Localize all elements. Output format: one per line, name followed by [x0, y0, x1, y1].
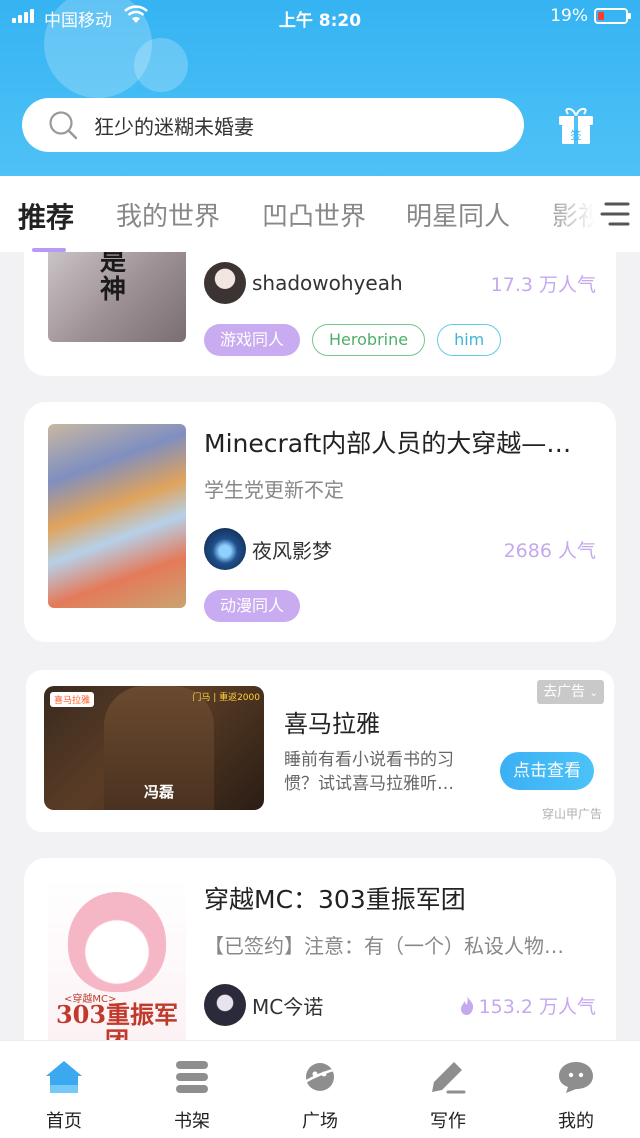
nav-home[interactable]: 首页 [24, 1059, 104, 1133]
nav-bookshelf[interactable]: 书架 [152, 1059, 232, 1133]
nav-label: 首页 [46, 1111, 82, 1132]
tab-celebrity-fanfic[interactable]: 明星同人 [406, 196, 510, 233]
nav-label: 写作 [430, 1111, 466, 1132]
book-description: 【已签约】注意：有（一个）私设人物… [204, 934, 564, 958]
home-icon [46, 1061, 82, 1093]
book-card[interactable]: Minecraft内部人员的大穿越——… 学生党更新不定 夜风影梦 2686 人… [24, 402, 616, 642]
remove-ad-button[interactable]: 去广告 ⌄ [537, 680, 604, 704]
cover-text: 是神 [100, 252, 127, 305]
author-name[interactable]: shadowohyeah [252, 271, 403, 295]
tab-minecraft[interactable]: 我的世界 [116, 196, 220, 233]
ad-video[interactable]: 喜马拉雅 门马 | 重返2000 冯磊 [44, 686, 264, 810]
pen-icon [432, 1062, 466, 1094]
ad-title[interactable]: 喜马拉雅 [284, 704, 380, 739]
status-bar: 中国移动 上午 8:20 19% [0, 0, 640, 34]
chevron-down-icon: ⌄ [589, 688, 598, 699]
cover-text: 303重振军团 [55, 1000, 179, 1041]
bottom-nav: 首页 书架 广场 写作 我的 [0, 1040, 640, 1138]
tag[interactable]: him [437, 324, 502, 356]
remove-ad-label: 去广告 [543, 684, 586, 700]
popularity-count: 153.2 万人气 [459, 992, 596, 1019]
chat-bubble-icon [559, 1062, 593, 1093]
search-placeholder: 狂少的迷糊未婚妻 [94, 114, 254, 139]
popularity-count: 2686 人气 [503, 539, 596, 562]
avatar[interactable] [204, 528, 246, 570]
book-title[interactable]: 穿越MC：303重振军团 [204, 880, 596, 916]
battery-percent: 19% [550, 6, 588, 26]
ad-card[interactable]: 喜马拉雅 门马 | 重返2000 冯磊 喜马拉雅 睡前有看小说看书的习惯？试试喜… [26, 670, 614, 832]
cover-illustration [68, 892, 166, 992]
bookshelf-icon [176, 1061, 208, 1093]
tag-list: 游戏同人 Herobrine him [204, 324, 502, 356]
nav-profile[interactable]: 我的 [536, 1059, 616, 1133]
tag[interactable]: 动漫同人 [204, 590, 301, 622]
popularity-count: 17.3 万人气 [490, 273, 596, 296]
popularity-text: 153.2 万人气 [478, 995, 596, 1018]
header: 中国移动 上午 8:20 19% 狂少的迷糊未婚妻 签 [0, 0, 640, 176]
nav-label: 书架 [174, 1111, 210, 1132]
author-row: shadowohyeah 17.3 万人气 [204, 262, 596, 304]
avatar[interactable] [204, 984, 246, 1026]
book-cover[interactable] [48, 424, 186, 608]
gift-sign-in-icon[interactable]: 签 [556, 106, 596, 146]
ad-description: 睡前有看小说看书的习惯？试试喜马拉雅听… [284, 750, 454, 794]
book-feed: 是神 shadowohyeah 17.3 万人气 游戏同人 Herobrine … [0, 252, 640, 1040]
tab-aotu-world[interactable]: 凹凸世界 [262, 196, 366, 233]
nav-write[interactable]: 写作 [408, 1059, 488, 1133]
ad-video-caption: 冯磊 [144, 783, 175, 801]
nav-plaza[interactable]: 广场 [280, 1059, 360, 1133]
avatar[interactable] [204, 262, 246, 304]
ad-source: 穿山甲广告 [541, 807, 602, 821]
tag[interactable]: 游戏同人 [204, 324, 301, 356]
tag[interactable]: Herobrine [312, 324, 426, 356]
book-cover[interactable]: 是神 [48, 252, 186, 342]
nav-label: 广场 [302, 1111, 338, 1132]
battery-icon [594, 8, 631, 24]
flame-icon [460, 995, 473, 1015]
ad-cta-button[interactable]: 点击查看 [500, 752, 594, 790]
gift-label: 签 [571, 128, 582, 142]
book-title[interactable]: Minecraft内部人员的大穿越——… [204, 424, 596, 460]
tab-recommend[interactable]: 推荐 [18, 196, 74, 236]
planet-icon [302, 1063, 338, 1091]
author-name[interactable]: MC今诺 [252, 991, 323, 1020]
author-row: 夜风影梦 2686 人气 [204, 528, 596, 570]
book-card[interactable]: 是神 shadowohyeah 17.3 万人气 游戏同人 Herobrine … [24, 252, 616, 376]
ad-brand-logo: 喜马拉雅 [50, 692, 95, 707]
clock: 上午 8:20 [278, 11, 362, 31]
search-icon [49, 111, 78, 140]
menu-icon[interactable] [600, 200, 630, 228]
book-description: 学生党更新不定 [204, 478, 344, 502]
decor-bubble [134, 38, 188, 92]
author-name[interactable]: 夜风影梦 [252, 535, 332, 564]
book-card[interactable]: <穿越MC> 303重振军团 穿越MC：303重振军团 【已签约】注意：有（一个… [24, 858, 616, 1040]
book-cover[interactable]: <穿越MC> 303重振军团 [48, 878, 186, 1040]
search-bar[interactable]: 狂少的迷糊未婚妻 [22, 98, 524, 152]
nav-label: 我的 [558, 1111, 594, 1132]
tag-list: 动漫同人 [204, 590, 301, 622]
author-row: MC今诺 153.2 万人气 [204, 984, 596, 1026]
category-tabs: 推荐 我的世界 凹凸世界 明星同人 影视 [0, 176, 640, 252]
ad-video-tag: 门马 | 重返2000 [192, 693, 260, 703]
